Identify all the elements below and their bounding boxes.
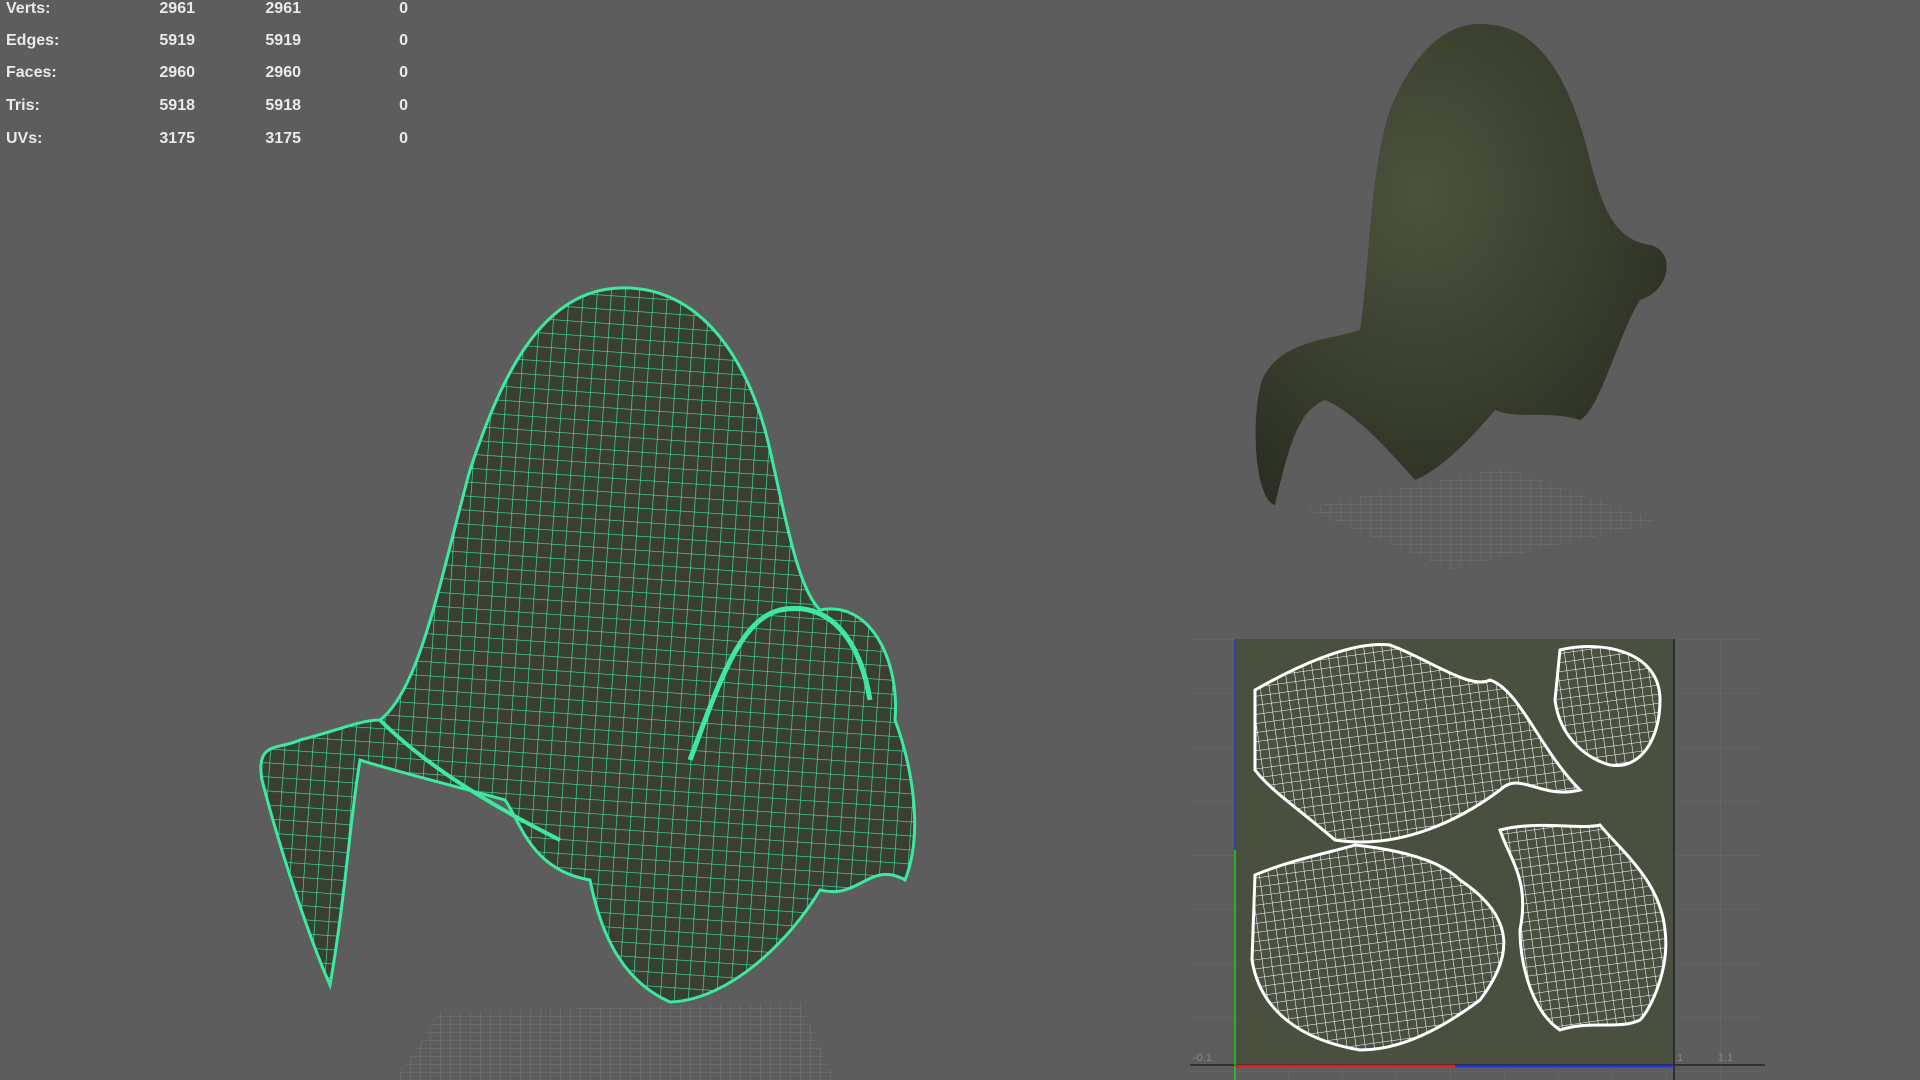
uv-tick-label: 1 — [1677, 1052, 1684, 1064]
ground-grid — [1304, 467, 1659, 569]
uv-tick-label: -0.1 — [1193, 1052, 1212, 1064]
shaded-cloth-model[interactable] — [1255, 23, 1667, 505]
uv-editor[interactable] — [1190, 639, 1765, 1080]
wireframe-cloth-mesh[interactable] — [259, 286, 917, 1004]
viewport-scene[interactable] — [0, 0, 1920, 1080]
uv-tick-label: 1.1 — [1718, 1052, 1734, 1064]
ground-grid — [395, 1002, 835, 1080]
